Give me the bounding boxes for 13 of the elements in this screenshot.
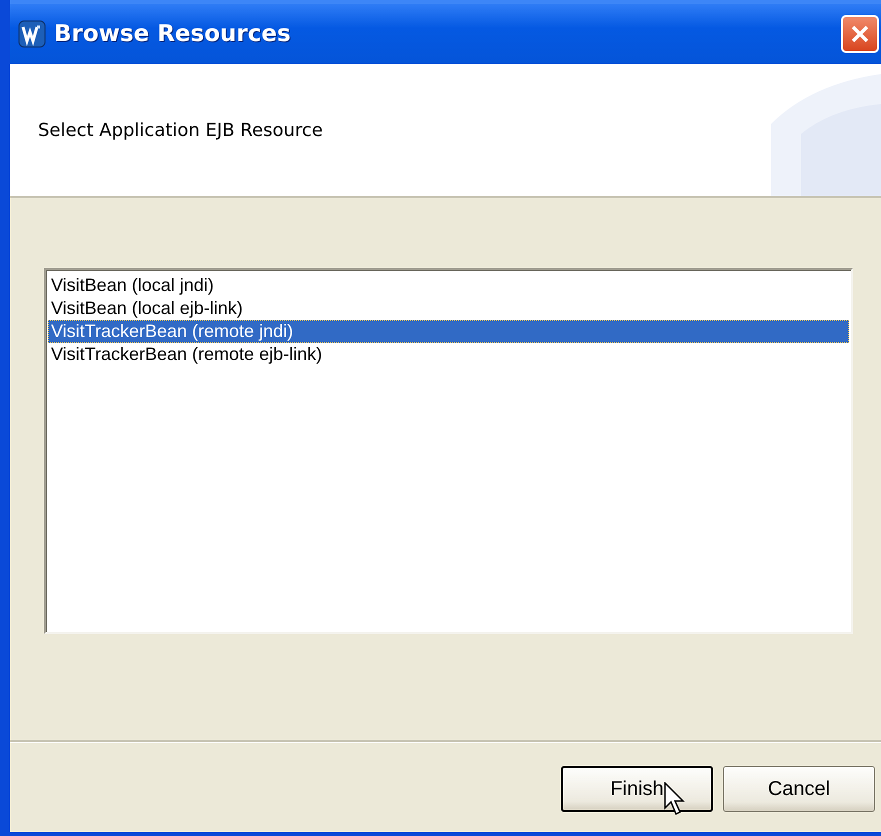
close-icon [850, 24, 870, 44]
list-item[interactable]: VisitTrackerBean (remote ejb-link) [48, 343, 849, 366]
finish-button[interactable]: Finish [561, 766, 713, 812]
cancel-button[interactable]: Cancel [723, 766, 875, 812]
list-item[interactable]: VisitBean (local jndi) [48, 274, 849, 297]
list-item[interactable]: VisitBean (local ejb-link) [48, 297, 849, 320]
list-item[interactable]: VisitTrackerBean (remote jndi) [48, 320, 849, 343]
window-title: Browse Resources [54, 21, 292, 47]
pointer-cursor-icon [664, 782, 686, 816]
close-button[interactable] [841, 15, 879, 53]
instruction-text: Select Application EJB Resource [38, 120, 323, 140]
resource-list[interactable]: VisitBean (local jndi) VisitBean (local ejb-link) VisitTrackerBean (remote jndi) VisitTrackerBean (remote ejb-link) [44, 268, 853, 634]
app-icon [18, 20, 46, 48]
